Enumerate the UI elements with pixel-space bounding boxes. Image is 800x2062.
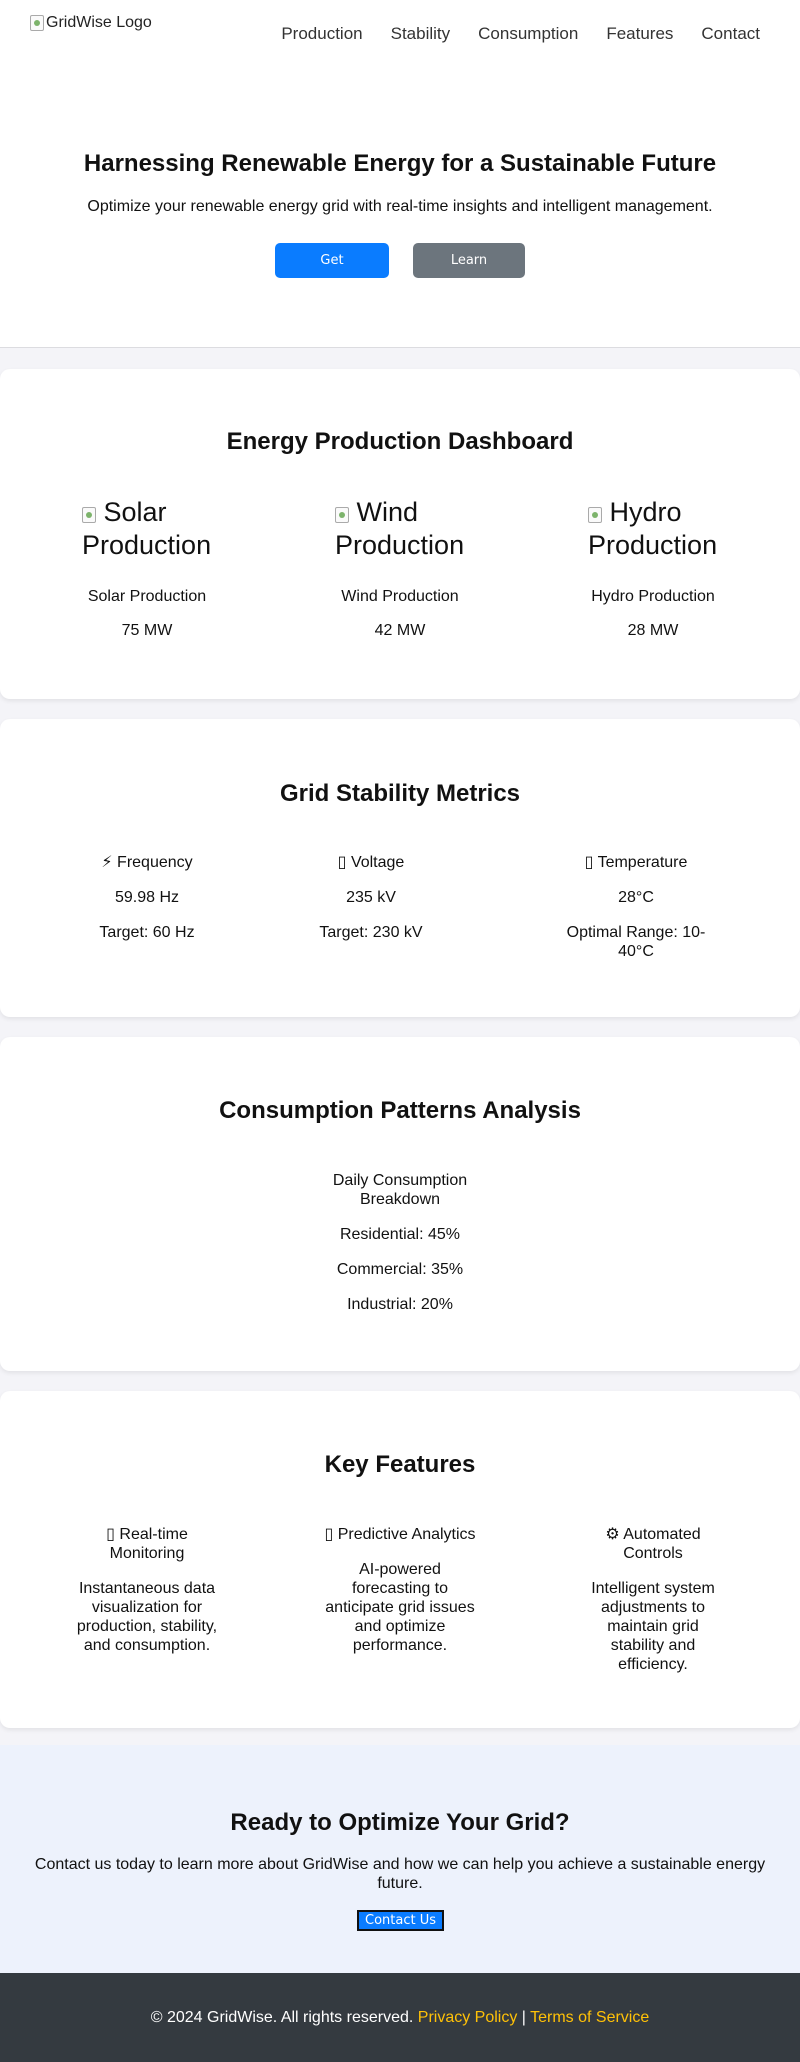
main-nav: Production Stability Consumption Feature… — [281, 24, 760, 44]
wind-image-alt: Wind — [356, 497, 419, 527]
logo[interactable]: GridWise Logo — [30, 14, 152, 32]
solar-production-image: Solar Production — [77, 496, 217, 562]
feature-description: Instantaneous data visualization for pro… — [76, 1580, 218, 1654]
cta-text: Contact us today to learn more about Gri… — [34, 1856, 766, 1892]
voltage-icon: ▯ — [337, 854, 347, 871]
production-solar-info: Solar Production 75 MW — [47, 588, 247, 640]
breakdown-title: Daily Consumption Breakdown — [332, 1172, 468, 1208]
consumption-title: Consumption Patterns Analysis — [219, 1097, 581, 1124]
monitor-icon: ▯ — [106, 1526, 115, 1543]
broken-image-icon — [82, 507, 96, 523]
temperature-value: 28°C — [618, 889, 654, 906]
feature-title: ▯ Predictive Analytics — [324, 1526, 476, 1543]
site-footer: © 2024 GridWise. All rights reserved. Pr… — [0, 1973, 800, 2062]
hero-buttons: Get Started Learn More — [0, 243, 800, 303]
temperature-label: Temperature — [597, 854, 688, 871]
feature-predictive: ▯ Predictive Analytics AI-powered foreca… — [310, 1525, 490, 1655]
logo-alt-text: GridWise Logo — [46, 14, 152, 31]
broken-image-icon — [588, 507, 602, 523]
wind-production-label: Wind Production — [341, 588, 459, 605]
site-header: GridWise Logo Production Stability Consu… — [0, 0, 800, 70]
broken-image-icon — [335, 507, 349, 523]
broken-image-icon — [30, 15, 44, 31]
hydro-image-alt: Hydro — [609, 497, 682, 527]
cta-title: Ready to Optimize Your Grid? — [230, 1809, 570, 1836]
feature-description: Intelligent system adjustments to mainta… — [591, 1580, 715, 1673]
privacy-policy-link[interactable]: Privacy Policy — [418, 2009, 518, 2026]
stability-title: Grid Stability Metrics — [279, 780, 521, 807]
solar-production-label: Solar Production — [87, 588, 207, 605]
contact-us-button[interactable]: Contact Us — [357, 1910, 444, 1931]
frequency-label: Frequency — [117, 854, 193, 871]
terms-of-service-link[interactable]: Terms of Service — [530, 2009, 649, 2026]
hydro-production-image: Hydro Production — [583, 496, 723, 562]
feature-description: AI-powered forecasting to anticipate gri… — [325, 1561, 475, 1654]
voltage-value: 235 kV — [346, 889, 396, 906]
hero-subtitle: Optimize your renewable energy grid with… — [87, 198, 713, 215]
hydro-image-alt-2: Production — [588, 530, 718, 560]
temperature-target: Optimal Range: 10- 40°C — [566, 924, 706, 960]
consumption-residential: Residential: 45% — [339, 1226, 461, 1243]
hero-section: Harnessing Renewable Energy for a Sustai… — [0, 70, 800, 348]
footer-separator: | — [521, 2009, 526, 2026]
features-title: Key Features — [324, 1451, 476, 1478]
production-hydro-info: Hydro Production 28 MW — [553, 588, 753, 640]
lightning-icon: ⚡ — [101, 854, 113, 871]
nav-link-features[interactable]: Features — [606, 24, 673, 44]
stability-temperature: ▯ Temperature 28°C Optimal Range: 10- 40°… — [556, 853, 716, 961]
gear-icon: ⚙ — [605, 1526, 620, 1543]
nav-link-stability[interactable]: Stability — [391, 24, 451, 44]
consumption-section: Consumption Patterns Analysis Daily Cons… — [0, 1037, 800, 1371]
voltage-target: Target: 230 kV — [319, 924, 423, 941]
features-section: Key Features ▯ Real-time Monitoring Insta… — [0, 1391, 800, 1728]
frequency-value: 59.98 Hz — [114, 889, 180, 906]
hero-title: Harnessing Renewable Energy for a Sustai… — [83, 150, 717, 177]
cta-section: Ready to Optimize Your Grid? Contact us … — [0, 1745, 800, 1973]
consumption-commercial: Commercial: 35% — [336, 1261, 464, 1278]
feature-realtime: ▯ Real-time Monitoring Instantaneous data… — [67, 1525, 227, 1655]
solar-image-alt-2: Production — [82, 530, 212, 560]
production-section: Energy Production Dashboard Solar Produc… — [0, 369, 800, 699]
hydro-production-label: Hydro Production — [591, 588, 715, 605]
thermometer-icon: ▯ — [584, 854, 594, 871]
stability-section: Grid Stability Metrics ⚡ Frequency 59.98… — [0, 719, 800, 1017]
stability-voltage: ▯ Voltage 235 kV Target: 230 kV — [291, 853, 451, 942]
solar-production-value: 75 MW — [121, 622, 173, 639]
feature-title: ⚙ Automated Controls — [605, 1526, 701, 1562]
copyright-text: © 2024 GridWise. All rights reserved. — [150, 2009, 414, 2026]
feature-automated: ⚙ Automated Controls Intelligent system a… — [573, 1525, 733, 1674]
hydro-production-value: 28 MW — [627, 622, 679, 639]
nav-link-contact[interactable]: Contact — [701, 24, 760, 44]
wind-production-image: Wind Production — [330, 496, 470, 562]
production-hydro: Hydro Production — [583, 496, 723, 562]
solar-image-alt: Solar — [103, 497, 167, 527]
production-wind: Wind Production — [330, 496, 470, 562]
get-started-button[interactable]: Get Started — [275, 243, 389, 303]
production-wind-info: Wind Production 42 MW — [300, 588, 500, 640]
consumption-breakdown: Daily Consumption Breakdown Residential: … — [300, 1171, 500, 1314]
wind-image-alt-2: Production — [335, 530, 465, 560]
nav-link-production[interactable]: Production — [281, 24, 362, 44]
frequency-target: Target: 60 Hz — [99, 924, 195, 941]
stability-frequency: ⚡ Frequency 59.98 Hz Target: 60 Hz — [67, 853, 227, 942]
consumption-industrial: Industrial: 20% — [347, 1296, 453, 1313]
voltage-label: Voltage — [350, 854, 405, 871]
learn-more-button[interactable]: Learn More — [413, 243, 525, 303]
analytics-icon: ▯ — [324, 1526, 334, 1543]
production-title: Energy Production Dashboard — [226, 428, 574, 455]
feature-title: ▯ Real-time Monitoring — [106, 1526, 188, 1562]
wind-production-value: 42 MW — [374, 622, 426, 639]
nav-link-consumption[interactable]: Consumption — [478, 24, 578, 44]
production-solar: Solar Production — [77, 496, 217, 562]
